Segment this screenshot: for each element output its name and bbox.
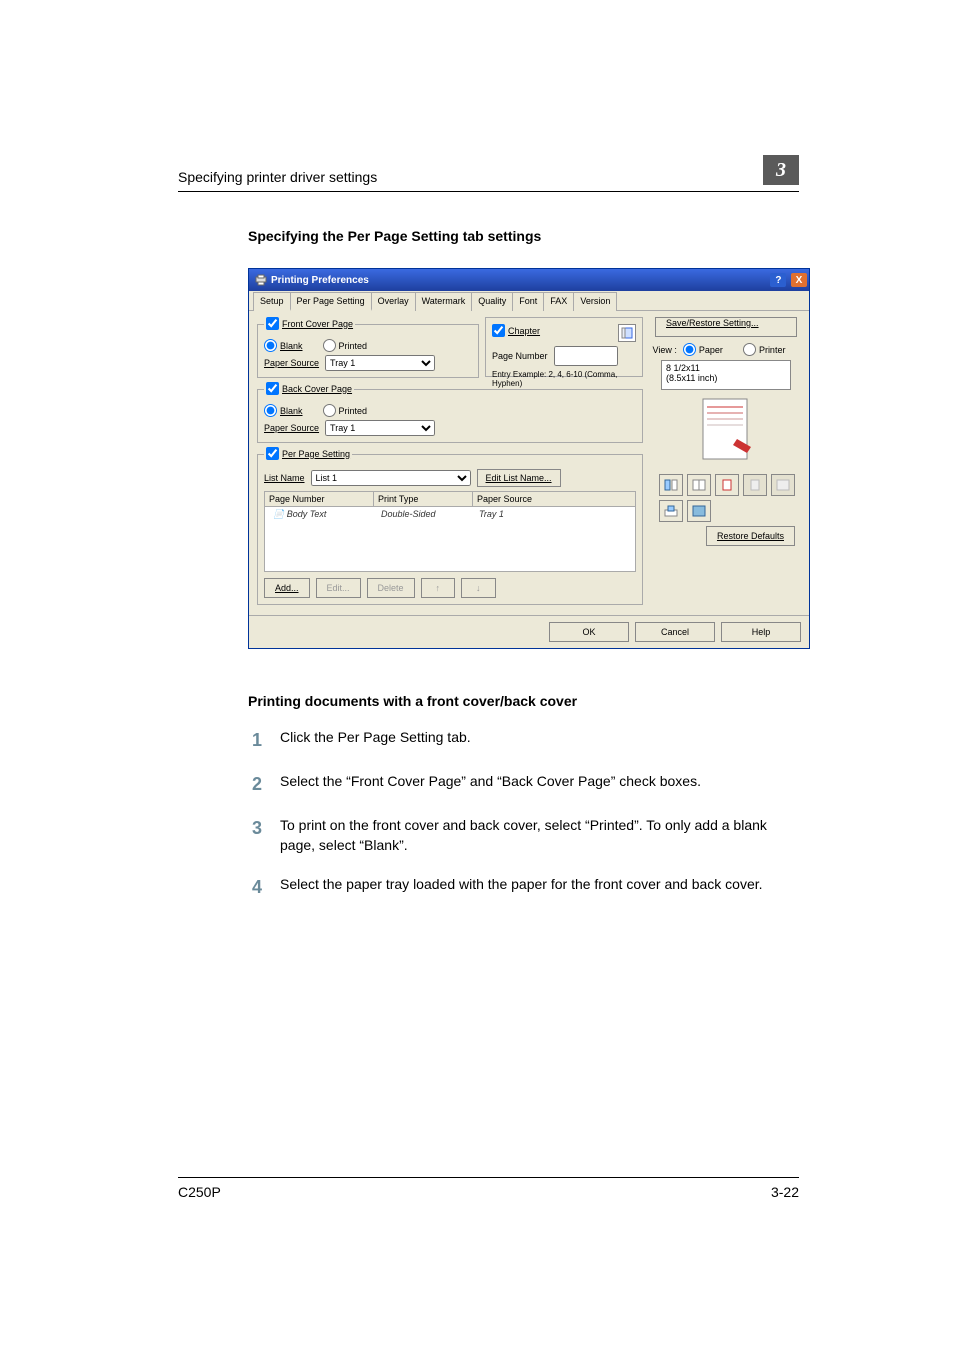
back-blank-radio[interactable] — [264, 404, 277, 417]
step-number: 1 — [248, 727, 262, 753]
dialog-titlebar: Printing Preferences ? X — [249, 269, 809, 291]
chapter-checkbox[interactable] — [492, 324, 505, 337]
cancel-button[interactable]: Cancel — [635, 622, 715, 642]
tab-fax[interactable]: FAX — [543, 292, 574, 311]
back-cover-group: Back Cover Page Blank Printed Paper Sour… — [257, 382, 643, 443]
tab-version[interactable]: Version — [573, 292, 617, 311]
layout-icon-6[interactable] — [659, 500, 683, 522]
tab-setup[interactable]: Setup — [253, 292, 291, 311]
layout-icon-5[interactable] — [771, 474, 795, 496]
step-number: 3 — [248, 815, 262, 856]
front-paper-source-label: Paper Source — [264, 358, 319, 368]
tab-quality[interactable]: Quality — [471, 292, 513, 311]
chapter-group: Chapter Page Number Entry Example: 2, — [485, 317, 643, 377]
back-paper-source-select[interactable]: Tray 1 — [325, 420, 435, 436]
step-text: Select the “Front Cover Page” and “Back … — [280, 771, 799, 797]
per-page-setting-group: Per Page Setting List Name List 1 Edit L… — [257, 447, 643, 605]
per-page-list[interactable]: 📄 Body Text Double-Sided Tray 1 — [264, 507, 636, 572]
layout-icon-2[interactable] — [687, 474, 711, 496]
front-paper-source-select[interactable]: Tray 1 — [325, 355, 435, 371]
page-footer: C250P 3-22 — [178, 1177, 799, 1200]
paper-size-box: 8 1/2x11 (8.5x11 inch) — [661, 360, 791, 390]
page-header: Specifying printer driver settings 3 — [178, 155, 799, 192]
layout-icon-1[interactable] — [659, 474, 683, 496]
per-page-checkbox[interactable] — [266, 447, 279, 460]
layout-icon-7[interactable] — [687, 500, 711, 522]
delete-button[interactable]: Delete — [367, 578, 415, 598]
chapter-page-number-input[interactable] — [554, 346, 618, 366]
chapter-legend: Chapter — [508, 326, 540, 336]
view-printer-radio[interactable] — [743, 343, 756, 356]
edit-list-name-button[interactable]: Edit List Name... — [477, 469, 561, 487]
help-button-bottom[interactable]: Help — [721, 622, 801, 642]
step-text: To print on the front cover and back cov… — [280, 815, 799, 856]
list-name-select[interactable]: List 1 — [311, 470, 471, 486]
close-button[interactable]: X — [791, 273, 807, 287]
back-cover-legend: Back Cover Page — [282, 384, 352, 394]
list-item[interactable]: 📄 Body Text Double-Sided Tray 1 — [269, 509, 631, 520]
view-printer-label: Printer — [759, 345, 786, 355]
section-title: Specifying the Per Page Setting tab sett… — [248, 228, 799, 244]
back-cover-checkbox[interactable] — [266, 382, 279, 395]
chapter-page-number-label: Page Number — [492, 351, 548, 361]
chapter-badge: 3 — [763, 155, 799, 185]
help-button[interactable]: ? — [770, 273, 786, 287]
per-page-list-header: Page Number Print Type Paper Source — [264, 491, 636, 507]
back-blank-label: Blank — [280, 406, 303, 416]
front-printed-label: Printed — [339, 341, 368, 351]
front-cover-checkbox[interactable] — [266, 317, 279, 330]
subheading: Printing documents with a front cover/ba… — [248, 693, 799, 709]
chapter-icon — [618, 324, 636, 342]
step-text: Click the Per Page Setting tab. — [280, 727, 799, 753]
layout-icon-4[interactable] — [743, 474, 767, 496]
tab-font[interactable]: Font — [512, 292, 544, 311]
save-restore-button[interactable]: Save/Restore Setting... — [655, 317, 797, 337]
footer-left: C250P — [178, 1184, 221, 1200]
step-number: 4 — [248, 874, 262, 900]
back-printed-label: Printed — [339, 406, 368, 416]
view-label: View : — [653, 345, 677, 355]
front-blank-label: Blank — [280, 341, 303, 351]
tab-overlay[interactable]: Overlay — [371, 292, 416, 311]
paper-preview — [666, 396, 786, 468]
view-paper-label: Paper — [699, 345, 723, 355]
list-name-label: List Name — [264, 473, 305, 483]
move-up-button[interactable]: ↑ — [421, 578, 456, 598]
edit-button[interactable]: Edit... — [316, 578, 361, 598]
back-paper-source-label: Paper Source — [264, 423, 319, 433]
printing-preferences-dialog: Printing Preferences ? X Setup Per Page … — [248, 268, 810, 649]
front-printed-radio[interactable] — [323, 339, 336, 352]
front-cover-group: Front Cover Page Blank Printed Paper Sou… — [257, 317, 479, 378]
step-number: 2 — [248, 771, 262, 797]
breadcrumb: Specifying printer driver settings — [178, 169, 377, 185]
front-blank-radio[interactable] — [264, 339, 277, 352]
printer-icon — [255, 274, 267, 286]
back-printed-radio[interactable] — [323, 404, 336, 417]
step-text: Select the paper tray loaded with the pa… — [280, 874, 799, 900]
move-down-button[interactable]: ↓ — [461, 578, 496, 598]
front-cover-legend: Front Cover Page — [282, 319, 353, 329]
steps-list: 1 Click the Per Page Setting tab. 2 Select… — [248, 727, 799, 900]
dialog-title: Printing Preferences — [271, 275, 768, 286]
tab-strip: Setup Per Page Setting Overlay Watermark… — [249, 291, 809, 311]
layout-icon-3[interactable] — [715, 474, 739, 496]
layout-icon-row — [651, 474, 801, 496]
per-page-legend: Per Page Setting — [282, 449, 350, 459]
add-button[interactable]: Add... — [264, 578, 310, 598]
tab-per-page-setting[interactable]: Per Page Setting — [290, 292, 372, 311]
chapter-example: Entry Example: 2, 4, 6-10 (Comma, Hyphen… — [492, 370, 636, 388]
restore-defaults-button[interactable]: Restore Defaults — [706, 526, 795, 546]
view-paper-radio[interactable] — [683, 343, 696, 356]
footer-right: 3-22 — [771, 1184, 799, 1200]
ok-button[interactable]: OK — [549, 622, 629, 642]
tab-watermark[interactable]: Watermark — [415, 292, 473, 311]
